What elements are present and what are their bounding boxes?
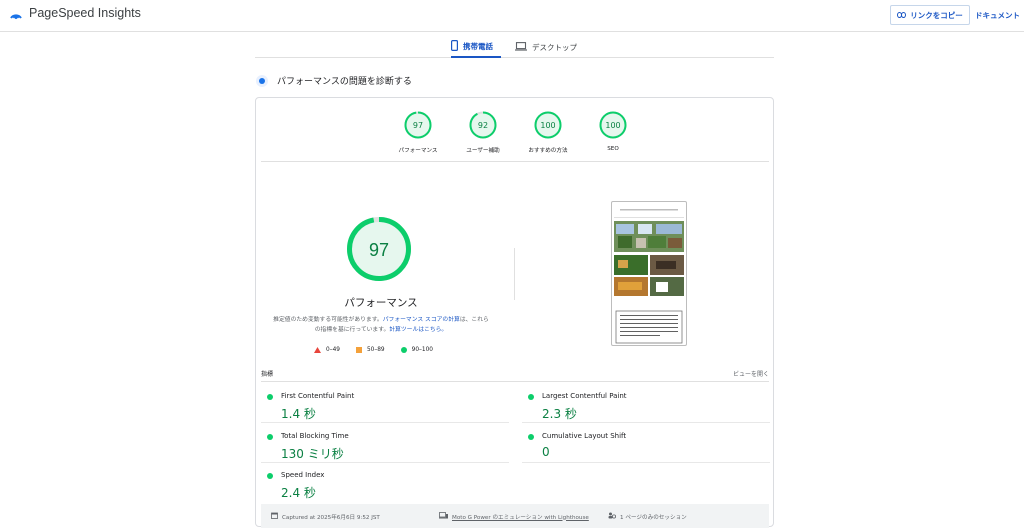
divider (522, 462, 770, 463)
legend-fail-range: 0–49 (326, 347, 340, 353)
category-label: ユーザー補助 (466, 148, 500, 154)
copy-link-button[interactable]: リンクをコピー (890, 5, 970, 25)
category-gauge-seo[interactable]: 100 SEO (582, 110, 644, 152)
calculator-link[interactable]: 計算ツールはこちら。 (389, 327, 447, 333)
session-text: 1 ページのみのセッション (620, 514, 687, 521)
performance-score: 97 (369, 240, 389, 260)
laptop-icon (515, 41, 527, 53)
category-score: 92 (478, 121, 488, 130)
metric-speed-index: Speed Index 2.4 秒 (261, 465, 506, 503)
category-gauge-best-practices[interactable]: 100 おすすめの方法 (517, 110, 579, 154)
metric-name: Total Blocking Time (281, 432, 349, 440)
tab-mobile-label: 携帯電話 (463, 41, 493, 51)
category-gauge-performance[interactable]: 97 パフォーマンス (387, 110, 449, 154)
legend-average: 50–89 (355, 347, 385, 353)
triangle-icon (314, 347, 321, 353)
diagnose-title: パフォーマンスの問題を診断する (277, 77, 412, 87)
metric-fcp: First Contentful Paint 1.4 秒 (261, 386, 506, 424)
pass-circle-icon (528, 394, 534, 400)
metrics-title: 指標 (261, 371, 274, 378)
legend-average-range: 50–89 (366, 347, 385, 353)
app-logo[interactable]: PageSpeed Insights (9, 6, 141, 20)
device-tabs: 携帯電話 デスクトップ (255, 36, 774, 58)
category-gauge-accessibility[interactable]: 92 ユーザー補助 (452, 110, 514, 154)
metric-name: Largest Contentful Paint (542, 392, 627, 400)
metric-value: 2.3 秒 (542, 407, 577, 421)
page-screenshot[interactable] (611, 201, 687, 346)
copy-link-label: リンクをコピー (910, 10, 963, 20)
pagespeed-logo-icon (9, 6, 23, 20)
gauge-ring: 100 (599, 111, 627, 139)
category-score: 100 (540, 121, 555, 130)
square-icon (355, 347, 362, 353)
gauge-ring: 100 (534, 111, 562, 139)
score-calc-link[interactable]: パフォーマンス スコアの計算 (383, 317, 460, 323)
category-score: 100 (605, 121, 620, 130)
app-title: PageSpeed Insights (29, 6, 141, 20)
gauge-ring: 97 (404, 111, 432, 139)
category-label: おすすめの方法 (528, 148, 568, 154)
metric-lcp: Largest Contentful Paint 2.3 秒 (522, 386, 767, 424)
divider (522, 422, 770, 423)
legend-fail: 0–49 (314, 347, 340, 353)
desc-text-1: 推定値のため変動する可能性があります。 (273, 317, 383, 323)
metric-name: First Contentful Paint (281, 392, 355, 400)
metric-value: 130 ミリ秒 (281, 447, 344, 461)
captured-text: Captured at 2025年6月6日 9:52 JST (282, 514, 380, 521)
divider (261, 462, 509, 463)
pass-circle-icon (267, 434, 273, 440)
category-score: 97 (413, 121, 423, 130)
divider (261, 161, 769, 162)
metric-value: 2.4 秒 (281, 486, 316, 500)
performance-gauge: 97 (347, 217, 411, 281)
performance-description: 推定値のため変動する可能性があります。パフォーマンス スコアの計算は、これらの指… (271, 315, 491, 335)
metrics-header: 指標 ビューを開く (261, 369, 769, 381)
metric-cls: Cumulative Layout Shift 0 (522, 426, 767, 464)
metric-tbt: Total Blocking Time 130 ミリ秒 (261, 426, 506, 464)
metric-value: 1.4 秒 (281, 407, 316, 421)
gauge-ring: 92 (469, 111, 497, 139)
link-icon (897, 11, 907, 20)
pass-circle-icon (267, 394, 273, 400)
circle-icon (400, 347, 407, 353)
performance-label: パフォーマンス (344, 297, 418, 309)
divider (261, 422, 509, 423)
vertical-divider (514, 248, 515, 300)
metric-name: Cumulative Layout Shift (542, 432, 627, 440)
performance-status-icon (256, 74, 268, 87)
expand-view-toggle[interactable]: ビューを開く (733, 369, 769, 378)
pass-circle-icon (267, 473, 273, 479)
metric-value: 0 (542, 445, 550, 459)
top-bar: PageSpeed Insights リンクをコピー ドキュメント (0, 0, 1024, 32)
tab-mobile[interactable]: 携帯電話 (451, 36, 501, 58)
tab-desktop[interactable]: デスクトップ (515, 36, 577, 58)
diagnose-heading: パフォーマンスの問題を診断する (256, 74, 412, 87)
category-label: パフォーマンス (398, 148, 438, 154)
pass-circle-icon (528, 434, 534, 440)
legend-pass-range: 90–100 (411, 347, 433, 353)
device-emulation-link[interactable]: Moto G Power のエミュレーション with Lighthouse (452, 513, 589, 521)
score-legend: 0–49 50–89 90–100 (314, 347, 433, 353)
phone-icon (451, 39, 459, 53)
legend-pass: 90–100 (400, 347, 433, 353)
docs-link[interactable]: ドキュメント (975, 10, 1020, 21)
category-label: SEO (607, 146, 619, 152)
divider (261, 381, 769, 382)
tab-desktop-label: デスクトップ (532, 42, 577, 52)
metric-name: Speed Index (281, 471, 325, 479)
screenshot-image (614, 209, 684, 344)
report-card: 97 パフォーマンス 92 ユーザー補助 100 おすすめの方法 100 SEO… (255, 97, 774, 528)
run-info-bar: Captured at 2025年6月6日 9:52 JST Moto G Po… (261, 504, 769, 528)
